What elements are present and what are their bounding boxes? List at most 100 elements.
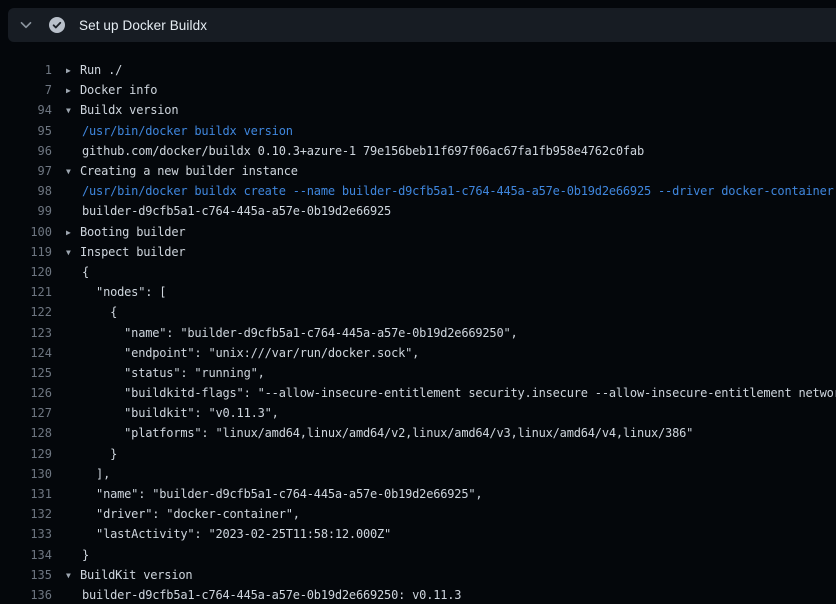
line-number[interactable]: 96 xyxy=(0,144,52,158)
log-line: 126 "buildkitd-flags": "--allow-insecure… xyxy=(0,383,836,403)
log-line: 131 "name": "builder-d9cfb5a1-c764-445a-… xyxy=(0,484,836,504)
line-content: "endpoint": "unix:///var/run/docker.sock… xyxy=(66,346,419,360)
step-title: Set up Docker Buildx xyxy=(79,18,207,33)
line-number[interactable]: 94 xyxy=(0,103,52,117)
log-group-toggle[interactable]: ▼Buildx version xyxy=(66,103,178,117)
line-number[interactable]: 95 xyxy=(0,124,52,138)
step-header[interactable]: Set up Docker Buildx xyxy=(8,8,836,42)
log-line: 97 ▼Creating a new builder instance xyxy=(0,161,836,181)
line-content: "lastActivity": "2023-02-25T11:58:12.000… xyxy=(66,527,391,541)
line-number[interactable]: 7 xyxy=(0,83,52,97)
line-number[interactable]: 124 xyxy=(0,346,52,360)
log-line: 135 ▼BuildKit version xyxy=(0,565,836,585)
log-line: 123 "name": "builder-d9cfb5a1-c764-445a-… xyxy=(0,322,836,342)
log-line: 7 ▶Docker info xyxy=(0,80,836,100)
line-number[interactable]: 132 xyxy=(0,507,52,521)
log-line: 120 { xyxy=(0,262,836,282)
group-title: Docker info xyxy=(80,83,157,97)
line-content: } xyxy=(66,447,117,461)
group-title: Run ./ xyxy=(80,63,122,77)
line-content: github.com/docker/buildx 0.10.3+azure-1 … xyxy=(66,144,644,158)
log-line: 130 ], xyxy=(0,464,836,484)
line-number[interactable]: 99 xyxy=(0,204,52,218)
log-line: 125 "status": "running", xyxy=(0,363,836,383)
line-number[interactable]: 128 xyxy=(0,426,52,440)
triangle-right-icon: ▶ xyxy=(66,66,80,75)
chevron-down-icon[interactable] xyxy=(18,17,34,33)
log-line: 99 builder-d9cfb5a1-c764-445a-a57e-0b19d… xyxy=(0,201,836,221)
log-line: 132 "driver": "docker-container", xyxy=(0,504,836,524)
line-number[interactable]: 97 xyxy=(0,164,52,178)
line-number[interactable]: 133 xyxy=(0,527,52,541)
line-content: builder-d9cfb5a1-c764-445a-a57e-0b19d2e6… xyxy=(66,588,461,602)
line-content: "buildkit": "v0.11.3", xyxy=(66,406,279,420)
log-line: 100 ▶Booting builder xyxy=(0,222,836,242)
triangle-right-icon: ▶ xyxy=(66,228,80,237)
line-number[interactable]: 136 xyxy=(0,588,52,602)
line-number[interactable]: 130 xyxy=(0,467,52,481)
line-content: } xyxy=(66,548,89,562)
line-content: "buildkitd-flags": "--allow-insecure-ent… xyxy=(66,386,836,400)
log-group-toggle[interactable]: ▼Inspect builder xyxy=(66,245,185,259)
group-title: BuildKit version xyxy=(80,568,192,582)
group-title: Booting builder xyxy=(80,225,185,239)
triangle-down-icon: ▼ xyxy=(66,571,80,580)
line-number[interactable]: 127 xyxy=(0,406,52,420)
group-title: Creating a new builder instance xyxy=(80,164,298,178)
log-group-toggle[interactable]: ▶Run ./ xyxy=(66,63,122,77)
log-line: 128 "platforms": "linux/amd64,linux/amd6… xyxy=(0,423,836,443)
check-circle-icon xyxy=(49,17,65,33)
log-group-toggle[interactable]: ▼BuildKit version xyxy=(66,568,192,582)
line-number[interactable]: 1 xyxy=(0,63,52,77)
line-content: "status": "running", xyxy=(66,366,265,380)
log-line: 127 "buildkit": "v0.11.3", xyxy=(0,403,836,423)
line-number[interactable]: 123 xyxy=(0,326,52,340)
line-content: /usr/bin/docker buildx version xyxy=(66,124,293,138)
triangle-down-icon: ▼ xyxy=(66,167,80,176)
line-content: "name": "builder-d9cfb5a1-c764-445a-a57e… xyxy=(66,326,518,340)
triangle-down-icon: ▼ xyxy=(66,248,80,257)
triangle-down-icon: ▼ xyxy=(66,106,80,115)
log-line: 121 "nodes": [ xyxy=(0,282,836,302)
log-group-toggle[interactable]: ▶Docker info xyxy=(66,83,157,97)
line-number[interactable]: 119 xyxy=(0,245,52,259)
line-number[interactable]: 125 xyxy=(0,366,52,380)
line-content: { xyxy=(66,305,117,319)
line-number[interactable]: 98 xyxy=(0,184,52,198)
line-number[interactable]: 100 xyxy=(0,225,52,239)
log-line: 133 "lastActivity": "2023-02-25T11:58:12… xyxy=(0,524,836,544)
line-number[interactable]: 129 xyxy=(0,447,52,461)
line-content: "name": "builder-d9cfb5a1-c764-445a-a57e… xyxy=(66,487,482,501)
log-line: 136 builder-d9cfb5a1-c764-445a-a57e-0b19… xyxy=(0,585,836,604)
triangle-right-icon: ▶ xyxy=(66,86,80,95)
log-line: 98 /usr/bin/docker buildx create --name … xyxy=(0,181,836,201)
log-line: 134 } xyxy=(0,545,836,565)
log-viewer: 1 ▶Run ./ 7 ▶Docker info 94 ▼Buildx vers… xyxy=(0,42,836,604)
line-number[interactable]: 120 xyxy=(0,265,52,279)
line-content: "nodes": [ xyxy=(66,285,166,299)
group-title: Inspect builder xyxy=(80,245,185,259)
line-content: /usr/bin/docker buildx create --name bui… xyxy=(66,184,834,198)
group-title: Buildx version xyxy=(80,103,178,117)
log-line: 96 github.com/docker/buildx 0.10.3+azure… xyxy=(0,141,836,161)
log-line: 129 } xyxy=(0,444,836,464)
line-number[interactable]: 131 xyxy=(0,487,52,501)
line-content: "platforms": "linux/amd64,linux/amd64/v2… xyxy=(66,426,693,440)
line-content: { xyxy=(66,265,89,279)
log-group-toggle[interactable]: ▼Creating a new builder instance xyxy=(66,164,298,178)
log-line: 94 ▼Buildx version xyxy=(0,100,836,120)
line-number[interactable]: 126 xyxy=(0,386,52,400)
line-content: "driver": "docker-container", xyxy=(66,507,300,521)
log-line: 124 "endpoint": "unix:///var/run/docker.… xyxy=(0,343,836,363)
log-group-toggle[interactable]: ▶Booting builder xyxy=(66,225,185,239)
line-content: builder-d9cfb5a1-c764-445a-a57e-0b19d2e6… xyxy=(66,204,391,218)
log-line: 1 ▶Run ./ xyxy=(0,60,836,80)
log-line: 95 /usr/bin/docker buildx version xyxy=(0,121,836,141)
log-line: 119 ▼Inspect builder xyxy=(0,242,836,262)
line-number[interactable]: 121 xyxy=(0,285,52,299)
log-line: 122 { xyxy=(0,302,836,322)
line-number[interactable]: 122 xyxy=(0,305,52,319)
line-number[interactable]: 134 xyxy=(0,548,52,562)
line-number[interactable]: 135 xyxy=(0,568,52,582)
line-content: ], xyxy=(66,467,110,481)
